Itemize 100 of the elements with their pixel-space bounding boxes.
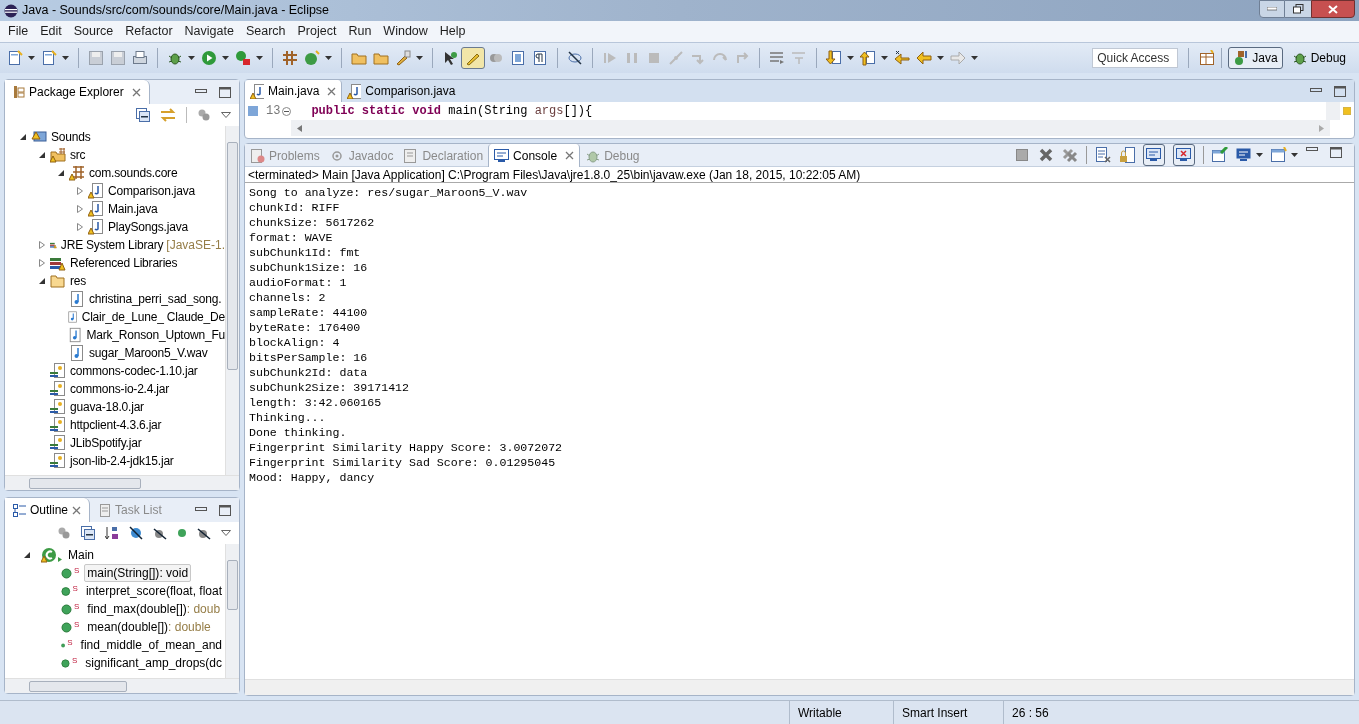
dropdown-caret-icon[interactable] xyxy=(881,56,888,60)
dropdown-caret-icon[interactable] xyxy=(62,56,69,60)
last-edit-icon[interactable] xyxy=(894,50,910,66)
restore-button[interactable] xyxy=(1285,0,1311,18)
expanded-arrow-icon[interactable] xyxy=(23,551,31,559)
outline-item[interactable]: main(String[]): void xyxy=(84,564,192,582)
tree-item[interactable]: Comparison.java xyxy=(108,182,196,200)
dropdown-caret-icon[interactable] xyxy=(188,56,195,60)
console-output-icon[interactable] xyxy=(1146,147,1162,163)
run-icon[interactable] xyxy=(201,50,217,66)
menu-item[interactable]: Search xyxy=(239,22,292,41)
minimize-view-icon[interactable] xyxy=(195,507,207,513)
package-grid-icon[interactable] xyxy=(282,50,298,66)
collapse-all-icon[interactable] xyxy=(136,108,150,122)
new-console-icon[interactable] xyxy=(1271,147,1287,163)
hidden-eye-icon[interactable] xyxy=(567,50,583,66)
scroll-left-icon[interactable] xyxy=(297,124,302,132)
menu-item[interactable]: Run xyxy=(342,22,378,41)
filter-icon[interactable] xyxy=(57,527,71,539)
dropdown-caret-icon[interactable] xyxy=(28,56,35,60)
tree-item[interactable]: httpclient-4.3.6.jar xyxy=(70,416,162,434)
outline-item[interactable]: interpret_score(float, float xyxy=(82,582,225,600)
tree-item[interactable]: Mark_Ronson_Uptown_Fu xyxy=(86,326,225,344)
pilcrow-icon[interactable] xyxy=(532,50,548,66)
console-error-icon[interactable] xyxy=(1176,147,1192,163)
collapsed-arrow-icon[interactable] xyxy=(76,205,84,213)
editor-tab[interactable]: Comparison.java xyxy=(342,80,461,102)
view-menu-icon[interactable] xyxy=(221,112,231,118)
run-external-icon[interactable] xyxy=(235,50,251,66)
collapse-all-icon[interactable] xyxy=(81,526,95,540)
terminate-icon[interactable] xyxy=(1014,147,1030,163)
horizontal-scrollbar[interactable] xyxy=(291,120,1330,136)
close-tab-icon[interactable] xyxy=(565,151,575,160)
dropdown-caret-icon[interactable] xyxy=(1256,153,1263,157)
new-file-icon[interactable] xyxy=(7,50,23,66)
editor-tab[interactable]: Main.java xyxy=(245,80,343,102)
close-button[interactable] xyxy=(1311,0,1355,18)
open-folder-icon[interactable] xyxy=(351,50,367,66)
filter-icon[interactable] xyxy=(197,109,211,121)
dropdown-caret-icon[interactable] xyxy=(256,56,263,60)
tree-item[interactable]: Clair_de_Lune_ Claude_De xyxy=(81,308,225,326)
new-class-icon[interactable] xyxy=(304,50,320,66)
tree-item[interactable]: PlaySongs.java xyxy=(108,218,188,236)
dropdown-caret-icon[interactable] xyxy=(222,56,229,60)
expanded-arrow-icon[interactable] xyxy=(38,151,46,159)
tree-item[interactable]: com.sounds.core xyxy=(89,164,178,182)
perspective-button[interactable]: Java xyxy=(1228,47,1283,69)
previous-annotation-icon[interactable] xyxy=(860,50,876,66)
close-tab-icon[interactable] xyxy=(72,505,82,515)
dropdown-caret-icon[interactable] xyxy=(937,56,944,60)
tree-item[interactable]: src xyxy=(70,146,86,164)
scroll-lock-icon[interactable] xyxy=(1119,147,1135,163)
menu-item[interactable]: Help xyxy=(433,22,472,41)
new-item-icon[interactable] xyxy=(41,50,57,66)
outline-item[interactable]: find_middle_of_mean_and xyxy=(77,636,225,654)
menu-item[interactable]: File xyxy=(2,22,35,41)
folder-icon[interactable] xyxy=(373,50,389,66)
fold-icon[interactable] xyxy=(282,106,292,116)
tree-item[interactable]: JRE System Library xyxy=(60,236,164,254)
expanded-arrow-icon[interactable] xyxy=(19,133,27,141)
menu-item[interactable]: Refactor xyxy=(119,22,179,41)
page-icon[interactable] xyxy=(510,50,526,66)
remove-icon[interactable] xyxy=(1038,147,1054,163)
tree-item[interactable]: commons-codec-1.10.jar xyxy=(70,362,198,380)
maximize-view-icon[interactable] xyxy=(1334,85,1346,97)
tree-item[interactable]: Main.java xyxy=(108,200,158,218)
expanded-arrow-icon[interactable] xyxy=(38,277,46,285)
collapsed-arrow-icon[interactable] xyxy=(38,259,46,267)
remove-all-icon[interactable] xyxy=(1062,147,1078,163)
hide-static-icon[interactable] xyxy=(153,526,167,540)
horizontal-scrollbar[interactable] xyxy=(245,679,1354,695)
list-icon[interactable] xyxy=(769,50,785,66)
maximize-view-icon[interactable] xyxy=(219,504,231,516)
outline-item[interactable]: significant_amp_drops(dc xyxy=(82,654,225,672)
sort-icon[interactable] xyxy=(105,526,119,540)
close-tab-icon[interactable] xyxy=(131,87,141,97)
tree-item[interactable]: json-lib-2.4-jdk15.jar xyxy=(70,452,174,470)
public-dot-icon[interactable] xyxy=(177,528,187,538)
outline-item[interactable]: find_max(double[]): doub xyxy=(84,600,224,618)
quick-access-field[interactable]: Quick Access xyxy=(1092,48,1179,68)
open-perspective-icon[interactable] xyxy=(1199,50,1216,66)
view-tab[interactable]: Console xyxy=(488,144,581,167)
tree-item[interactable]: sugar_Maroon5_V.wav xyxy=(89,344,208,362)
menu-item[interactable]: Window xyxy=(377,22,434,41)
horizontal-scrollbar[interactable] xyxy=(5,678,239,693)
outline-item[interactable]: Main xyxy=(65,546,97,564)
tree-item[interactable]: christina_perri_sad_song. xyxy=(89,290,222,308)
expanded-arrow-icon[interactable] xyxy=(57,169,65,177)
vertical-scrollbar[interactable] xyxy=(225,544,239,678)
tree-item[interactable]: commons-io-2.4.jar xyxy=(70,380,170,398)
minimize-view-icon[interactable] xyxy=(1310,88,1322,94)
bug-icon[interactable] xyxy=(167,50,183,66)
print-icon[interactable] xyxy=(132,50,148,66)
brush-icon[interactable] xyxy=(395,50,411,66)
collapsed-arrow-icon[interactable] xyxy=(76,223,84,231)
view-menu-icon[interactable] xyxy=(221,530,231,536)
menu-item[interactable]: Source xyxy=(67,22,120,41)
tree-item[interactable]: Referenced Libraries xyxy=(70,254,178,272)
vertical-scrollbar[interactable] xyxy=(1326,102,1340,120)
collapsed-arrow-icon[interactable] xyxy=(38,241,46,249)
